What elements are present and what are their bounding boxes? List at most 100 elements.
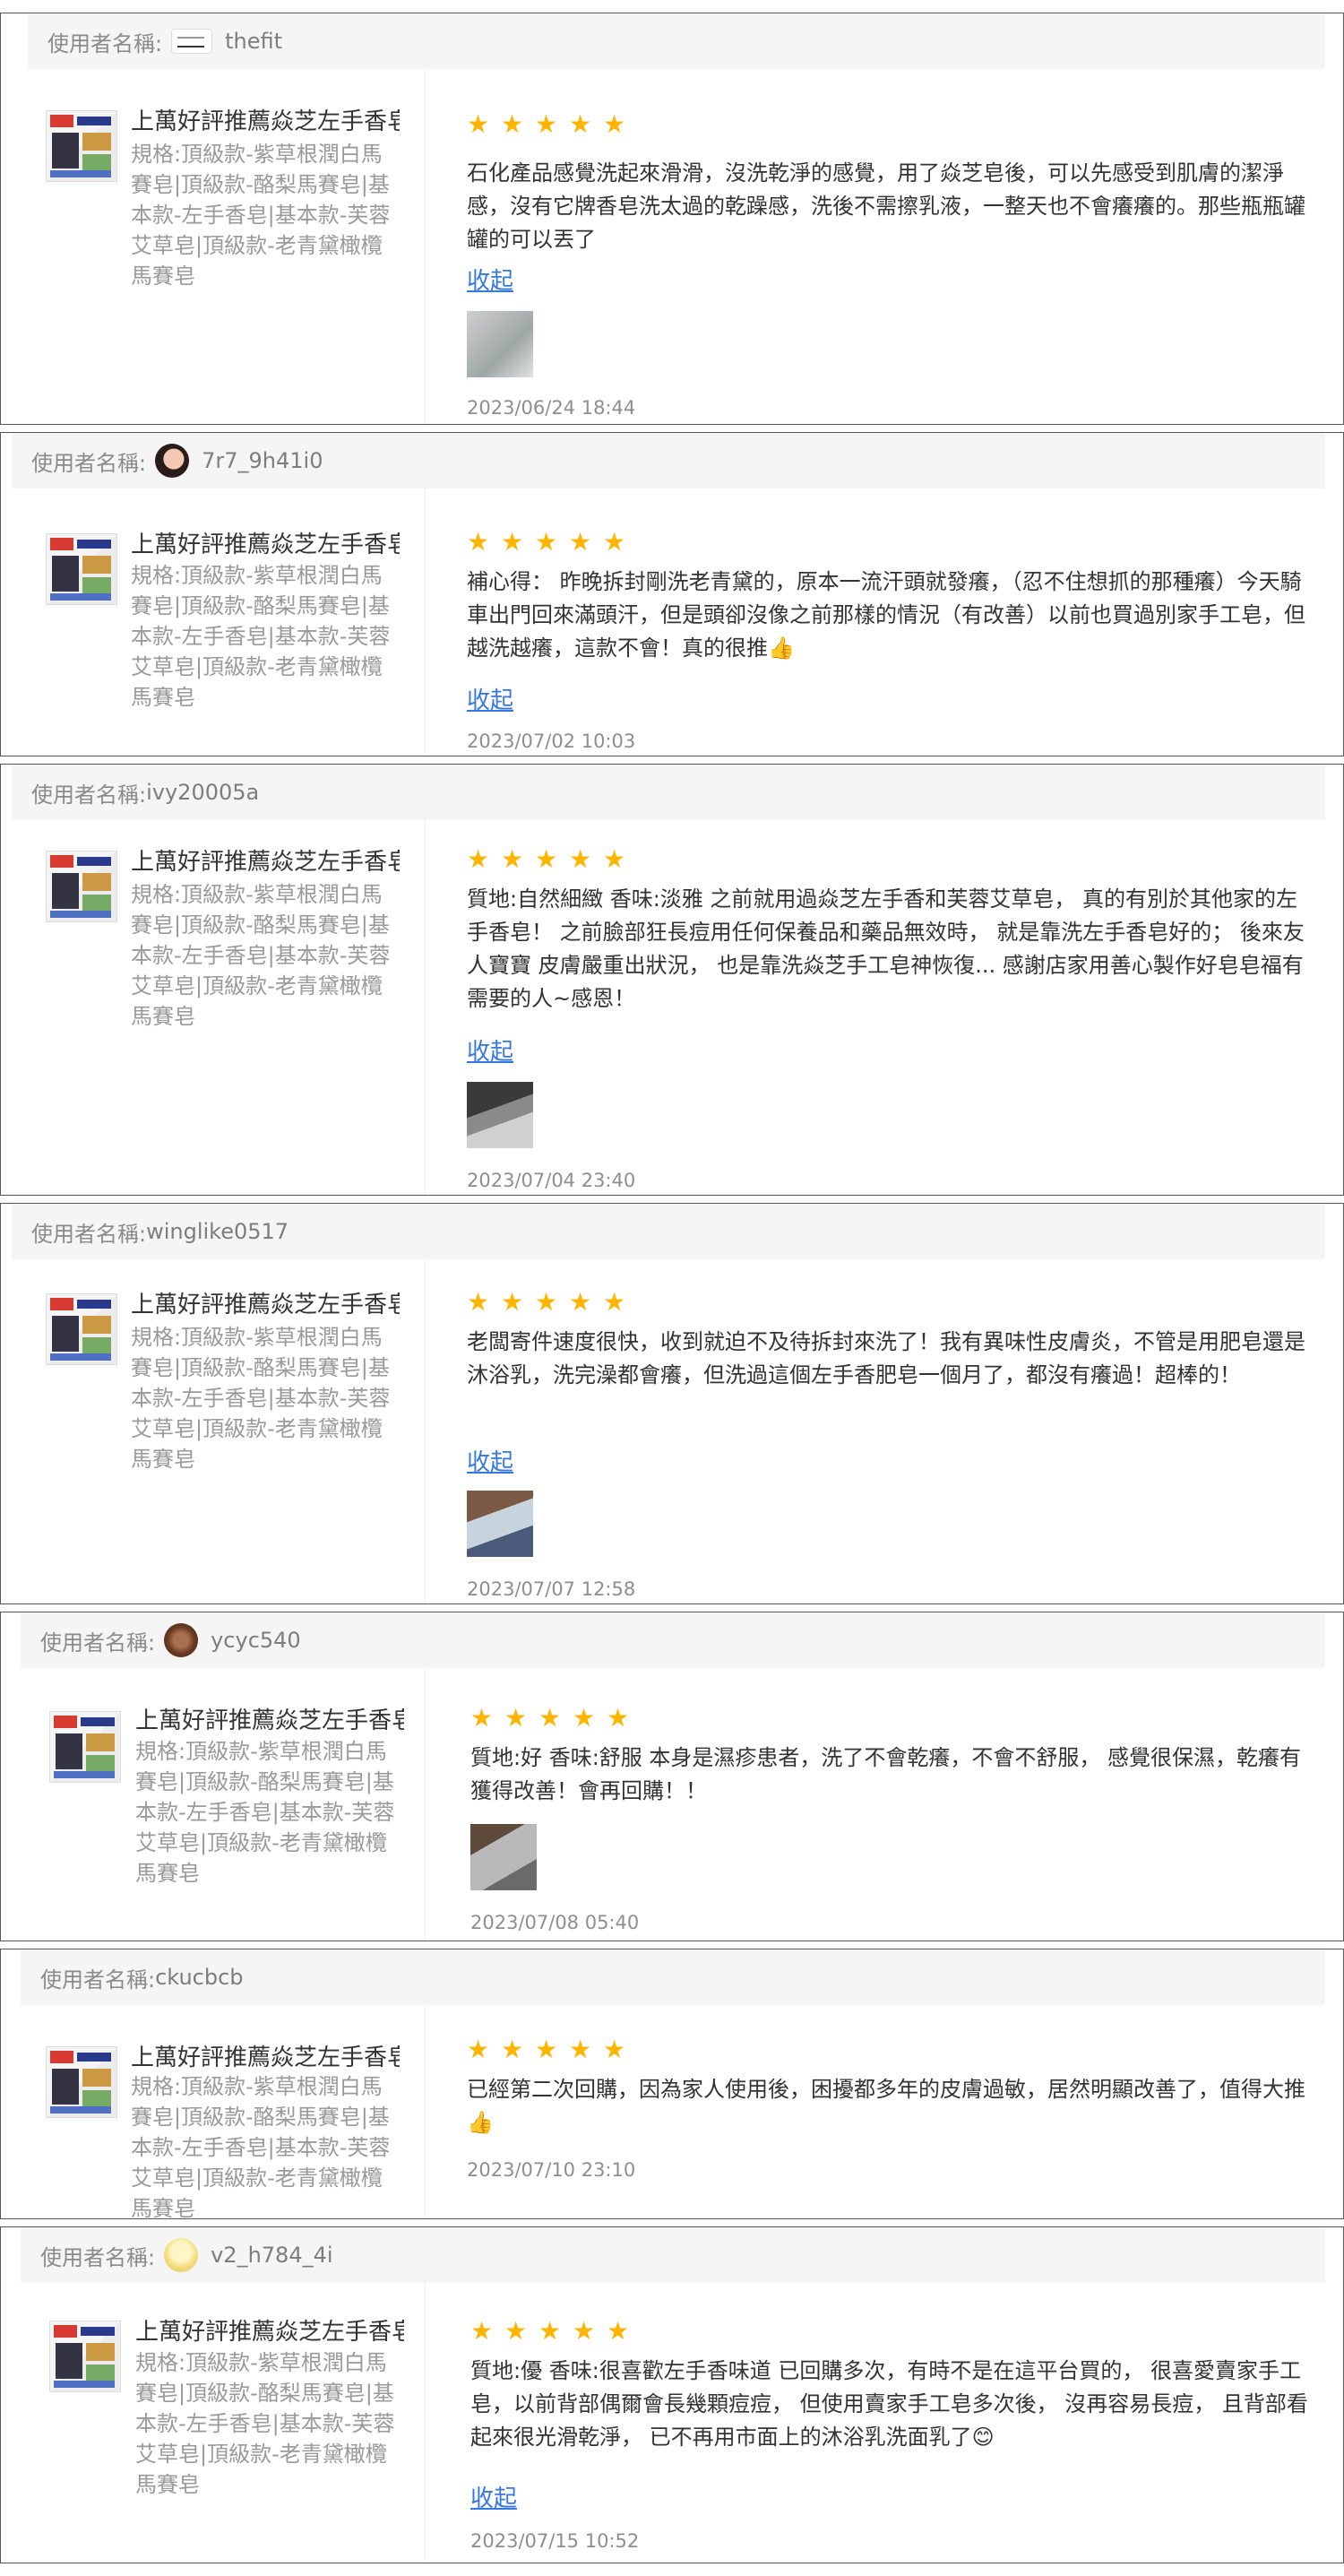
review-text: 質地:優 香味:很喜歡左手香味道 已回購多次，有時不是在這平台買的， 很喜愛賣家… xyxy=(470,2358,1308,2450)
logo-icon[interactable] xyxy=(171,29,213,54)
star-icon: ★ xyxy=(501,1287,524,1317)
review-header: 使用者名稱: 7r7_9h41i0 xyxy=(12,433,1325,488)
product-spec: 規格:頂級款-紫草根潤白馬賽皂|頂級款-酪梨馬賽皂|基本款-左手香皂|基本款-芙… xyxy=(131,142,391,289)
review-header: 使用者名稱: ycyc540 xyxy=(21,1612,1325,1668)
username[interactable]: ycyc540 xyxy=(211,1628,301,1653)
product-title[interactable]: 上萬好評推薦焱芝左手香皂 xyxy=(131,847,400,877)
collapse-link[interactable]: 收起 xyxy=(467,263,513,296)
star-icon: ★ xyxy=(504,1703,528,1733)
username[interactable]: ckucbcb xyxy=(155,1965,243,1990)
review-date: 2023/07/08 05:40 xyxy=(470,1912,640,1933)
review-header: 使用者名稱: thefit xyxy=(28,13,1325,69)
star-rating: ★ ★ ★ ★ ★ xyxy=(467,2035,625,2066)
star-icon: ★ xyxy=(569,1287,592,1317)
review-card: 使用者名稱: ycyc540 上萬好評推薦焱芝左手香皂 規格:頂級款-紫草根潤白… xyxy=(0,1612,1344,1941)
star-rating: ★ ★ ★ ★ ★ xyxy=(467,844,625,876)
star-rating: ★ ★ ★ ★ ★ xyxy=(470,1703,629,1734)
star-icon: ★ xyxy=(470,1703,494,1733)
review-header: 使用者名稱: winglike0517 xyxy=(12,1204,1325,1259)
collapse-link[interactable]: 收起 xyxy=(467,1444,513,1477)
star-icon: ★ xyxy=(467,109,490,139)
product-spec: 規格:頂級款-紫草根潤白馬賽皂|頂級款-酪梨馬賽皂|基本款-左手香皂|基本款-芙… xyxy=(131,882,391,1029)
product-title[interactable]: 上萬好評推薦焱芝左手香皂 xyxy=(131,2043,400,2073)
column-divider xyxy=(425,820,426,1195)
star-icon: ★ xyxy=(501,527,524,557)
review-header: 使用者名稱: ivy20005a xyxy=(12,765,1325,820)
username-label: 使用者名稱: xyxy=(47,30,163,56)
star-icon: ★ xyxy=(573,2316,596,2346)
star-rating: ★ ★ ★ ★ ★ xyxy=(470,2316,630,2347)
star-icon: ★ xyxy=(573,1703,596,1733)
star-icon: ★ xyxy=(535,2035,558,2064)
product-spec: 規格:頂級款-紫草根潤白馬賽皂|頂級款-酪梨馬賽皂|基本款-左手香皂|基本款-芙… xyxy=(131,2074,391,2219)
column-divider xyxy=(425,1668,426,1941)
star-icon: ★ xyxy=(467,1287,490,1317)
username-label: 使用者名稱: xyxy=(40,1629,156,1655)
star-icon: ★ xyxy=(467,2035,490,2064)
star-icon: ★ xyxy=(504,2316,528,2346)
star-rating: ★ ★ ★ ★ ★ xyxy=(467,109,625,141)
review-header: 使用者名稱: ckucbcb xyxy=(21,1949,1325,2005)
product-title[interactable]: 上萬好評推薦焱芝左手香皂 xyxy=(135,2317,404,2347)
username[interactable]: thefit xyxy=(225,29,282,54)
product-thumbnail[interactable] xyxy=(49,2321,121,2392)
review-card: 使用者名稱: winglike0517 上萬好評推薦焱芝左手香皂 規格:頂級款-… xyxy=(0,1203,1344,1604)
product-thumbnail[interactable] xyxy=(49,1711,121,1783)
review-date: 2023/07/07 12:58 xyxy=(467,1578,636,1600)
collapse-link[interactable]: 收起 xyxy=(467,682,513,715)
review-text: 質地:好 香味:舒服 本身是濕疹患者，洗了不會乾癢，不會不舒服， 感覺很保濕，乾… xyxy=(470,1745,1302,1803)
star-icon: ★ xyxy=(535,109,558,139)
star-icon: ★ xyxy=(538,2316,562,2346)
product-spec: 規格:頂級款-紫草根潤白馬賽皂|頂級款-酪梨馬賽皂|基本款-左手香皂|基本款-芙… xyxy=(135,2350,395,2497)
review-text: 已經第二次回購，因為家人使用後，困擾都多年的皮膚過敏，居然明顯改善了，值得大推👍 xyxy=(467,2077,1305,2135)
product-thumbnail[interactable] xyxy=(46,533,117,605)
review-date: 2023/07/02 10:03 xyxy=(467,730,636,752)
username[interactable]: 7r7_9h41i0 xyxy=(202,448,323,473)
product-title[interactable]: 上萬好評推薦焱芝左手香皂 xyxy=(131,1290,400,1320)
cup-icon[interactable] xyxy=(164,2238,199,2272)
column-divider xyxy=(425,2005,426,2218)
product-spec: 規格:頂級款-紫草根潤白馬賽皂|頂級款-酪梨馬賽皂|基本款-左手香皂|基本款-芙… xyxy=(131,563,391,710)
column-divider xyxy=(425,69,426,424)
product-thumbnail[interactable] xyxy=(46,110,117,182)
star-icon: ★ xyxy=(470,2316,494,2346)
review-photo[interactable] xyxy=(470,1824,537,1890)
review-text: 補心得： 昨晚拆封剛洗老青黛的，原本一流汗頭就發癢，（忍不住想抓的那種癢）今天騎… xyxy=(467,569,1305,661)
collapse-link[interactable]: 收起 xyxy=(470,2480,517,2513)
star-icon: ★ xyxy=(501,109,524,139)
review-header: 使用者名稱: v2_h784_4i xyxy=(21,2227,1325,2283)
review-photo[interactable] xyxy=(467,1082,533,1148)
username[interactable]: v2_h784_4i xyxy=(211,2243,332,2268)
food-icon[interactable] xyxy=(164,1623,199,1657)
review-date: 2023/07/15 10:52 xyxy=(470,2530,640,2552)
product-spec: 規格:頂級款-紫草根潤白馬賽皂|頂級款-酪梨馬賽皂|基本款-左手香皂|基本款-芙… xyxy=(131,1325,391,1472)
review-text: 老闆寄件速度很快，收到就迫不及待拆封來洗了！我有異味性皮膚炎，不管是用肥皂還是沐… xyxy=(467,1329,1305,1387)
column-divider xyxy=(425,488,426,756)
review-photo[interactable] xyxy=(467,1491,533,1557)
star-icon: ★ xyxy=(467,844,490,874)
product-title[interactable]: 上萬好評推薦焱芝左手香皂 xyxy=(135,1706,404,1736)
review-date: 2023/07/04 23:40 xyxy=(467,1170,636,1191)
username[interactable]: ivy20005a xyxy=(146,780,259,805)
column-divider xyxy=(425,1259,426,1604)
product-thumbnail[interactable] xyxy=(46,2046,117,2118)
product-spec: 規格:頂級款-紫草根潤白馬賽皂|頂級款-酪梨馬賽皂|基本款-左手香皂|基本款-芙… xyxy=(135,1739,395,1886)
star-icon: ★ xyxy=(607,2316,630,2346)
username-label: 使用者名稱: xyxy=(40,2244,156,2270)
review-card: 使用者名稱: 7r7_9h41i0 上萬好評推薦焱芝左手香皂 規格:頂級款-紫草… xyxy=(0,432,1344,756)
username[interactable]: winglike0517 xyxy=(146,1219,289,1244)
product-title[interactable]: 上萬好評推薦焱芝左手香皂 xyxy=(131,107,400,137)
collapse-link[interactable]: 收起 xyxy=(467,1033,513,1067)
star-rating: ★ ★ ★ ★ ★ xyxy=(467,527,626,558)
product-title[interactable]: 上萬好評推薦焱芝左手香皂 xyxy=(131,530,400,560)
product-thumbnail[interactable] xyxy=(46,1293,117,1365)
face-icon[interactable] xyxy=(155,444,190,478)
review-date: 2023/06/24 18:44 xyxy=(467,397,636,419)
star-icon: ★ xyxy=(535,1287,558,1317)
product-thumbnail[interactable] xyxy=(46,851,117,922)
star-icon: ★ xyxy=(535,527,558,557)
review-text: 石化產品感覺洗起來滑滑，沒洗乾淨的感覺，用了焱芝皂後，可以先感受到肌膚的潔淨感，… xyxy=(467,160,1305,252)
star-icon: ★ xyxy=(603,527,626,557)
username-label: 使用者名稱: xyxy=(31,1221,147,1247)
review-photo[interactable] xyxy=(467,311,533,377)
